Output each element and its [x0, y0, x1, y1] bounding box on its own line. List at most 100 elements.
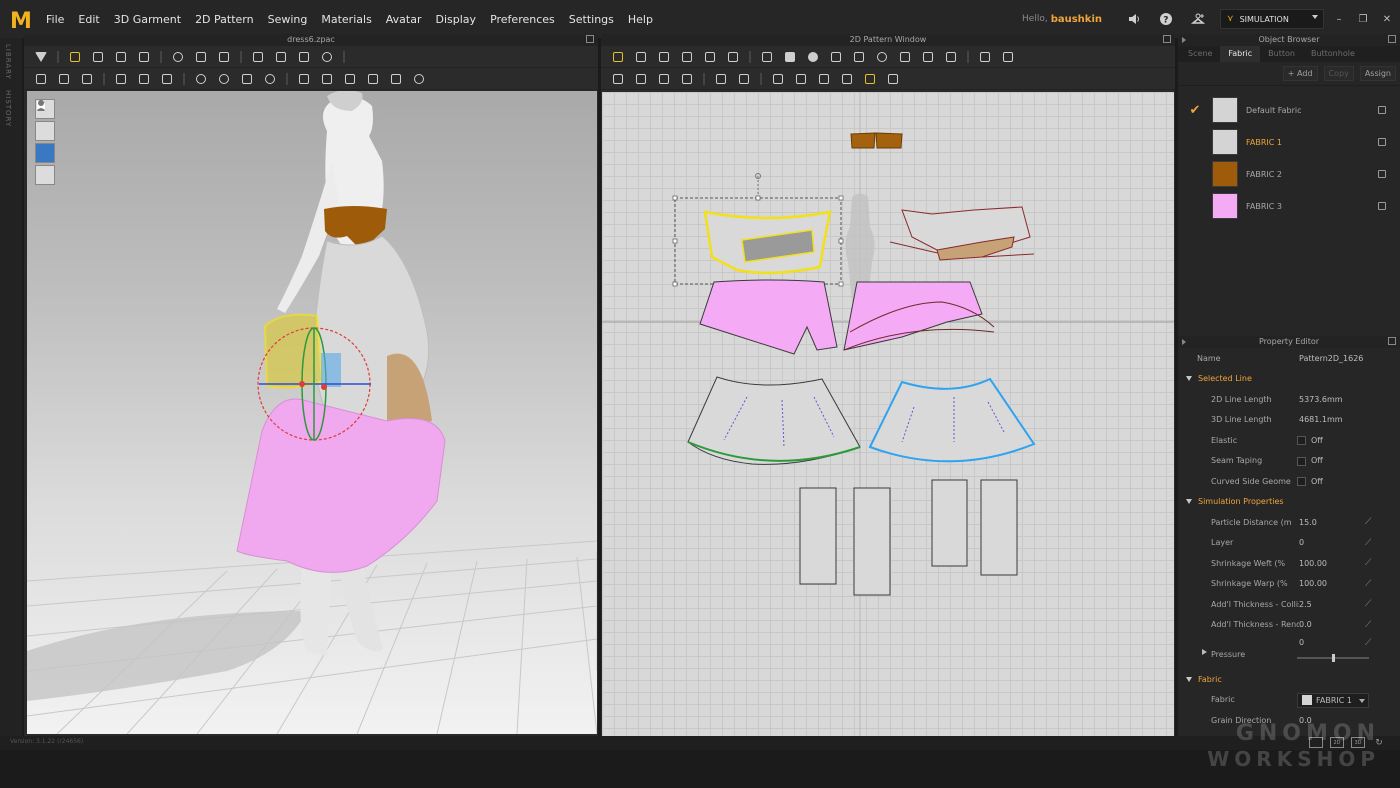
shirt-style-tool[interactable]: [389, 72, 403, 86]
speaker-icon[interactable]: [1126, 11, 1142, 27]
fabric-item-3[interactable]: FABRIC 3: [1178, 190, 1400, 222]
library-tab[interactable]: LIBRARY: [4, 44, 12, 80]
pattern-3d-tool[interactable]: [137, 72, 151, 86]
trace-tool[interactable]: [921, 50, 935, 64]
topstitch-tool[interactable]: [320, 72, 334, 86]
tab-scene[interactable]: Scene: [1180, 46, 1220, 62]
pattern-pink-right[interactable]: [843, 281, 983, 351]
select-box-tool[interactable]: [91, 50, 105, 64]
fabric-item-default[interactable]: ✔ Default Fabric: [1178, 94, 1400, 126]
measure-tool[interactable]: [297, 50, 311, 64]
pattern-waistband-a[interactable]: [850, 132, 876, 149]
fold-tool[interactable]: [137, 50, 151, 64]
menu-file[interactable]: File: [39, 13, 71, 26]
pattern-rect-2[interactable]: [853, 487, 891, 596]
pressure-slider-knob[interactable]: [1332, 654, 1335, 662]
section-fabric[interactable]: Fabric: [1178, 669, 1400, 690]
pin-2d-tool[interactable]: [737, 72, 751, 86]
garment-tool[interactable]: [251, 50, 265, 64]
transform-tool[interactable]: [68, 50, 82, 64]
pattern-skirt-right-selected[interactable]: [868, 377, 1036, 463]
assign-fabric-button[interactable]: Assign: [1359, 66, 1396, 81]
align-tool[interactable]: [343, 72, 357, 86]
edit-texture-tool[interactable]: [817, 72, 831, 86]
line-tool[interactable]: [240, 72, 254, 86]
shirt-fit-tool[interactable]: [366, 72, 380, 86]
pin-tool[interactable]: [171, 50, 185, 64]
fabric-item-1[interactable]: FABRIC 1: [1178, 126, 1400, 158]
sparkle-tool[interactable]: [863, 72, 877, 86]
menu-edit[interactable]: Edit: [71, 13, 106, 26]
button-tool[interactable]: [194, 72, 208, 86]
polygon-tool[interactable]: [760, 50, 774, 64]
minimize-button[interactable]: –: [1330, 10, 1348, 28]
edit-point-tool[interactable]: [634, 50, 648, 64]
close-button[interactable]: ✕: [1378, 10, 1396, 28]
buttonhole-tool[interactable]: [217, 72, 231, 86]
fabric-view-tool[interactable]: [412, 72, 426, 86]
pattern-rect-3[interactable]: [931, 479, 968, 567]
2d-pattern-viewport[interactable]: [602, 92, 1174, 736]
restore-button[interactable]: ❐: [1354, 10, 1372, 28]
copy-fabric-button[interactable]: Copy: [1323, 66, 1354, 81]
fold-arrangement-tool[interactable]: [771, 72, 785, 86]
edit-sewing-tool[interactable]: [1001, 50, 1015, 64]
menu-2d-pattern[interactable]: 2D Pattern: [188, 13, 261, 26]
dart-tool[interactable]: [898, 50, 912, 64]
tack-tool[interactable]: [194, 50, 208, 64]
pattern-pink-left[interactable]: [699, 279, 838, 355]
menu-avatar[interactable]: Avatar: [379, 13, 429, 26]
simulation-mode-dropdown[interactable]: ⋎ SIMULATION: [1220, 9, 1324, 29]
menu-display[interactable]: Display: [429, 13, 484, 26]
fabric-save-icon[interactable]: [1378, 170, 1386, 178]
scale-tool[interactable]: [114, 50, 128, 64]
avatar-walk-tool[interactable]: [34, 72, 48, 86]
lasso-tool[interactable]: [978, 50, 992, 64]
m-n-sewing-tool[interactable]: [657, 72, 671, 86]
fabric-3d-tool[interactable]: [160, 72, 174, 86]
fabric-save-icon[interactable]: [1378, 202, 1386, 210]
expand-icon[interactable]: [1202, 649, 1207, 655]
tape-tool[interactable]: [714, 72, 728, 86]
fabric-save-icon[interactable]: [1378, 106, 1386, 114]
fabric-select-dropdown[interactable]: FABRIC 1: [1297, 692, 1369, 708]
brush-icon[interactable]: ⟋: [1365, 517, 1375, 527]
maximize-property-editor-icon[interactable]: [1388, 337, 1396, 345]
check-sewing-tool[interactable]: [680, 72, 694, 86]
rectangle-tool[interactable]: [783, 50, 797, 64]
app-logo[interactable]: M: [5, 4, 35, 34]
tab-button[interactable]: Button: [1260, 46, 1303, 62]
brush-icon[interactable]: ⟋: [1365, 620, 1375, 630]
brush-icon[interactable]: ⟋: [1365, 638, 1375, 648]
slash-spread-tool[interactable]: [726, 50, 740, 64]
section-selected-line[interactable]: Selected Line: [1178, 369, 1400, 390]
tab-buttonhole[interactable]: Buttonhole: [1303, 46, 1363, 62]
texture-view-icon[interactable]: [35, 101, 55, 163]
menu-settings[interactable]: Settings: [562, 13, 621, 26]
elastic-checkbox[interactable]: [1297, 436, 1306, 445]
brush-icon[interactable]: ⟋: [1365, 558, 1375, 568]
pin-panel-icon[interactable]: [1182, 339, 1186, 345]
pattern-name-value[interactable]: Pattern2D_1626: [1299, 354, 1363, 363]
avatar-silhouette-icon[interactable]: [35, 100, 55, 185]
3d-viewport[interactable]: [27, 91, 597, 734]
fabric-item-2[interactable]: FABRIC 2: [1178, 158, 1400, 190]
hanger-icon[interactable]: [1190, 11, 1206, 27]
pin-panel-icon[interactable]: [1182, 37, 1186, 43]
menu-3d-garment[interactable]: 3D Garment: [107, 13, 188, 26]
menu-help[interactable]: Help: [621, 13, 660, 26]
brush-icon[interactable]: ⟋: [1365, 579, 1375, 589]
curved-side-checkbox[interactable]: [1297, 477, 1306, 486]
internal-polygon-tool[interactable]: [829, 50, 843, 64]
add-fabric-button[interactable]: + Add: [1282, 66, 1318, 81]
brush-icon[interactable]: ⟋: [1365, 538, 1375, 548]
show-avatar-icon[interactable]: [35, 100, 55, 141]
puckering-tool[interactable]: [297, 72, 311, 86]
tab-fabric[interactable]: Fabric: [1220, 46, 1261, 62]
sew-3d-tool[interactable]: [80, 72, 94, 86]
pattern-rect-4[interactable]: [980, 479, 1018, 576]
texture-tool[interactable]: [794, 72, 808, 86]
menu-materials[interactable]: Materials: [314, 13, 378, 26]
graphic-tool[interactable]: [840, 72, 854, 86]
history-tab[interactable]: HISTORY: [4, 90, 12, 127]
